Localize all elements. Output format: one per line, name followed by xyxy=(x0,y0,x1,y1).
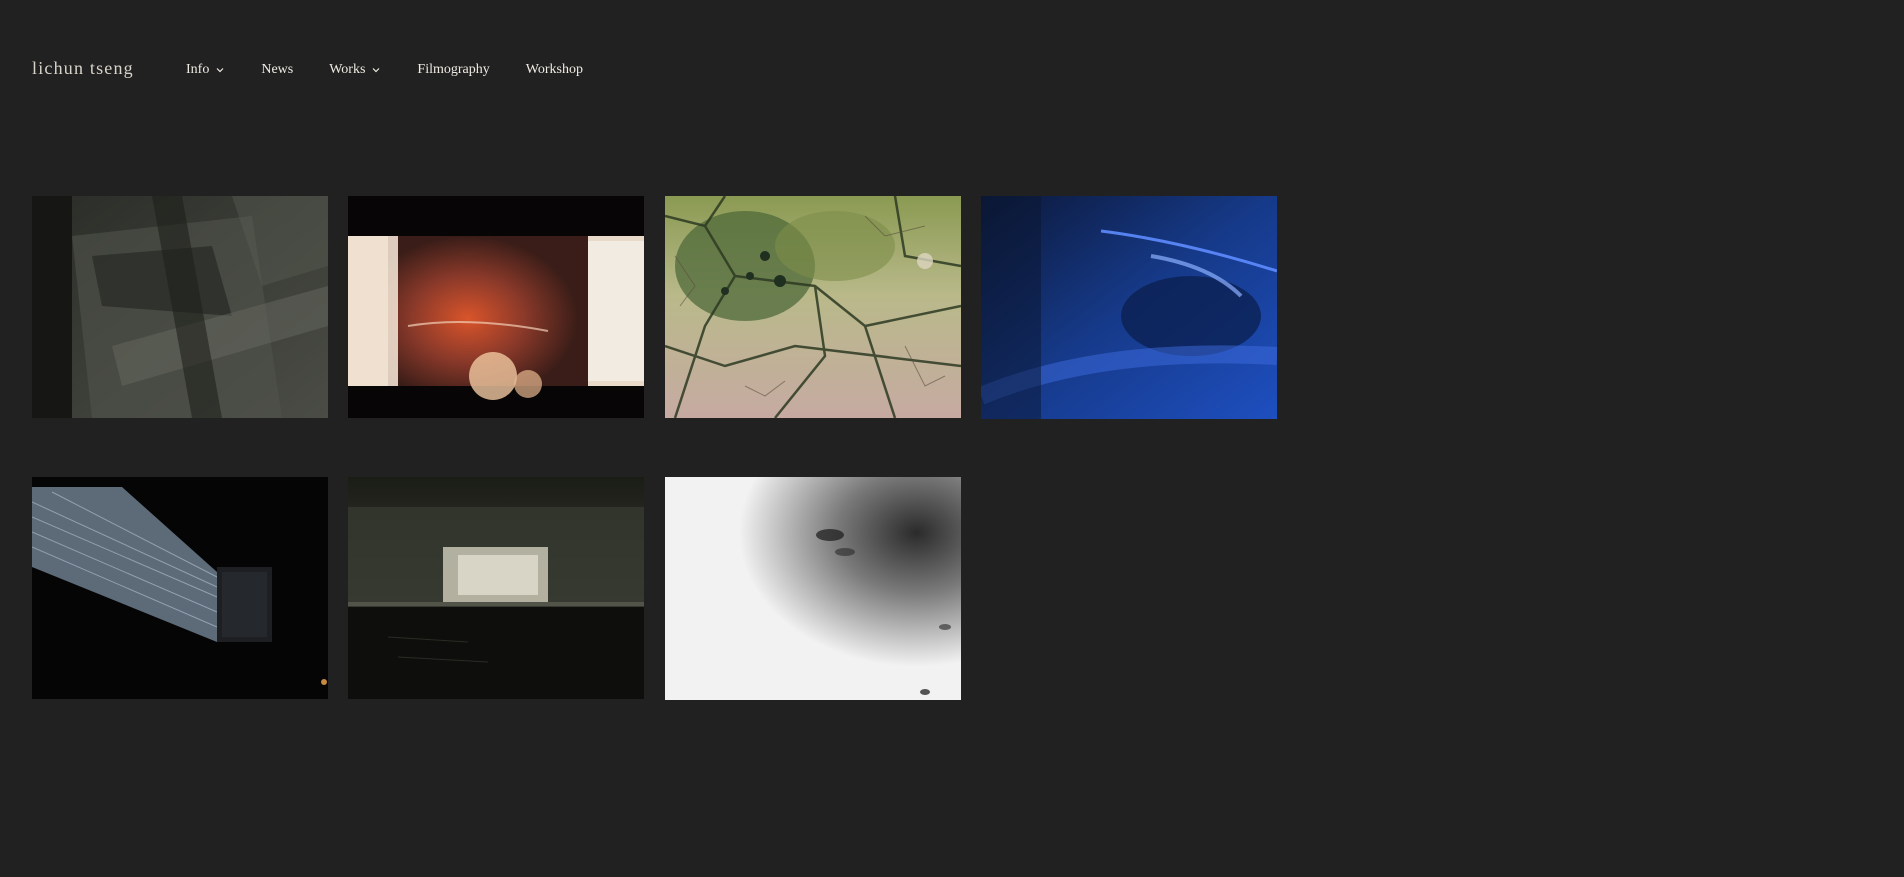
thumbnail-image xyxy=(348,196,644,418)
site-header: lichun tseng Info News Works Filmography… xyxy=(32,56,1872,84)
gallery-thumbnail[interactable] xyxy=(32,196,328,418)
nav-item-label: Workshop xyxy=(525,62,583,77)
thumbnail-image xyxy=(665,196,961,418)
gallery-thumbnail[interactable] xyxy=(981,196,1277,419)
thumbnail-image xyxy=(32,196,328,418)
main-nav: Info News Works Filmography Workshop xyxy=(186,62,619,78)
thumbnail-image xyxy=(981,196,1277,419)
gallery-thumbnail[interactable] xyxy=(32,477,328,699)
nav-item-filmography[interactable]: Filmography xyxy=(417,62,489,78)
thumbnail-image xyxy=(32,477,328,699)
gallery-thumbnail[interactable] xyxy=(348,477,644,699)
gallery-thumbnail[interactable] xyxy=(665,477,961,700)
nav-item-workshop[interactable]: Workshop xyxy=(526,62,583,78)
site-title[interactable]: lichun tseng xyxy=(32,58,134,79)
nav-item-label: Filmography xyxy=(417,62,490,77)
nav-item-label: Works xyxy=(329,62,366,77)
nav-item-news[interactable]: News xyxy=(261,62,293,78)
gallery-thumbnail[interactable] xyxy=(348,196,644,418)
nav-item-label: News xyxy=(261,62,294,77)
nav-item-info[interactable]: Info xyxy=(186,62,225,78)
nav-item-works[interactable]: Works xyxy=(329,62,381,78)
chevron-down-icon xyxy=(215,65,225,75)
gallery-thumbnail[interactable] xyxy=(665,196,961,418)
thumbnail-image xyxy=(348,477,644,699)
nav-item-label: Info xyxy=(186,62,210,77)
chevron-down-icon xyxy=(371,65,381,75)
thumbnail-image xyxy=(665,477,961,700)
